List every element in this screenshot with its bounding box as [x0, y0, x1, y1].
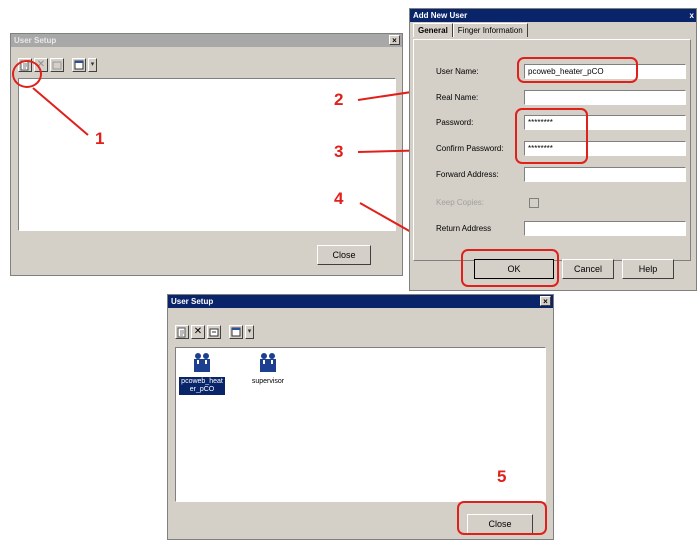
view-icon[interactable] [229, 325, 243, 339]
delete-icon[interactable]: ✕ [191, 325, 205, 339]
toolbar: ✕ ▾ [175, 325, 254, 339]
password-label: Password: [436, 118, 474, 127]
user-item-supervisor[interactable]: supervisor [243, 352, 293, 387]
callout-number-4: 4 [334, 189, 344, 208]
users-icon [260, 353, 276, 372]
dialog-close-x-button[interactable]: x [690, 9, 694, 22]
callout-ring-2 [517, 57, 638, 83]
dropdown-arrow-icon[interactable]: ▾ [245, 325, 254, 339]
dialog-tabs: General Finger Information [413, 23, 528, 37]
user-list-pane[interactable]: pcoweb_heater_pCO supervisor [175, 347, 546, 502]
user-name-label: User Name: [436, 67, 479, 76]
user-item-pcoweb[interactable]: pcoweb_heater_pCO [177, 352, 227, 395]
users-icon [194, 353, 210, 372]
callout-number-1: 1 [95, 129, 105, 148]
user-item-label: supervisor [251, 378, 285, 385]
window-close-x-button[interactable]: × [540, 296, 551, 306]
user-item-label: pcoweb_heater_pCO [179, 377, 225, 395]
callout-ring-3 [515, 108, 588, 164]
callout-ring-5 [457, 501, 547, 535]
real-name-label: Real Name: [436, 93, 479, 102]
new-user-icon[interactable] [175, 325, 189, 339]
keep-copies-checkbox[interactable] [529, 198, 539, 208]
dialog-titlebar: Add New User x [410, 9, 696, 22]
tab-general[interactable]: General [413, 23, 453, 37]
callout-number-2: 2 [334, 90, 344, 109]
help-button[interactable]: Help [622, 259, 674, 279]
return-address-label: Return Address [436, 224, 492, 233]
tab-finger-information[interactable]: Finger Information [452, 23, 528, 37]
real-name-field[interactable] [524, 90, 686, 105]
callout-number-5: 5 [497, 467, 507, 486]
cancel-button[interactable]: Cancel [562, 259, 614, 279]
forward-address-label: Forward Address: [436, 170, 499, 179]
properties-icon[interactable] [207, 325, 221, 339]
return-address-field[interactable] [524, 221, 686, 236]
forward-address-field[interactable] [524, 167, 686, 182]
dialog-title: Add New User [413, 11, 468, 20]
window-titlebar: User Setup × [168, 295, 553, 308]
callout-ring-4 [461, 249, 559, 287]
callout-number-3: 3 [334, 142, 344, 161]
confirm-password-label: Confirm Password: [436, 144, 504, 153]
keep-copies-label: Keep Copies: [436, 198, 485, 207]
window-title: User Setup [171, 297, 214, 306]
